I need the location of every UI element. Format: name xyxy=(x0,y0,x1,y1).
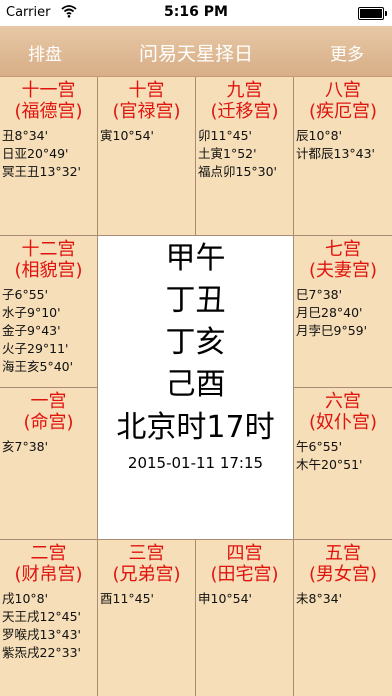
battery-icon xyxy=(358,7,387,20)
house-name: 六宫 xyxy=(325,391,361,412)
palace-name: (财帛宫) xyxy=(14,564,83,585)
hour-pillar: 己酉 xyxy=(165,367,226,402)
house-cell-11[interactable]: 十一宫 (福德宫) 丑8°34' 日亚20°49' 冥王丑13°32' xyxy=(0,77,98,236)
house-name: 十二宫 xyxy=(21,239,76,260)
palace-name: (命宫) xyxy=(23,412,74,433)
house-name: 二宫 xyxy=(30,543,67,564)
month-pillar: 丁丑 xyxy=(165,283,226,318)
star-position: 金子9°43' xyxy=(2,323,61,338)
star-position: 丑8°34' xyxy=(2,128,49,143)
chart-datetime: 2015-01-11 17:15 xyxy=(127,454,264,472)
palace-name: (田宅宫) xyxy=(210,564,279,585)
house-name: 七宫 xyxy=(325,239,361,260)
house-cell-4[interactable]: 四宫 (田宅宫) 申10°54' xyxy=(196,540,294,696)
palace-name: (男女宫) xyxy=(308,564,378,585)
star-position: 紫炁戌22°33' xyxy=(2,645,81,660)
palace-name: (奴仆宫) xyxy=(308,412,378,433)
palace-name: (迁移宫) xyxy=(210,101,279,122)
star-position: 寅10°54' xyxy=(100,128,154,143)
status-bar: Carrier 5:16 PM xyxy=(0,0,392,26)
house-name: 三宫 xyxy=(128,543,165,564)
house-name: 九宫 xyxy=(226,80,263,101)
house-name: 十一宫 xyxy=(21,80,76,101)
house-name: 一宫 xyxy=(30,391,67,412)
star-position: 天王戌12°45' xyxy=(2,609,81,624)
palace-name: (兄弟宫) xyxy=(112,564,181,585)
star-position: 月孛巳9°59' xyxy=(296,323,368,338)
house-cell-2[interactable]: 二宫 (财帛宫) 戌10°8' 天王戌12°45' 罗喉戌13°43' 紫炁戌2… xyxy=(0,540,98,696)
star-position: 木午20°51' xyxy=(296,457,363,472)
star-position: 酉11°45' xyxy=(100,591,154,606)
house-cell-8[interactable]: 八宫 (疾厄宫) 辰10°8' 计都辰13°43' xyxy=(294,77,392,236)
status-time: 5:16 PM xyxy=(164,4,228,20)
star-position: 午6°55' xyxy=(296,439,343,454)
astrology-chart: 十一宫 (福德宫) 丑8°34' 日亚20°49' 冥王丑13°32' 十宫 (… xyxy=(0,77,392,696)
star-position: 罗喉戌13°43' xyxy=(2,627,81,642)
house-cell-6[interactable]: 六宫 (奴仆宫) 午6°55' 木午20°51' xyxy=(294,388,392,540)
palace-name: (福德宫) xyxy=(14,101,83,122)
house-name: 八宫 xyxy=(325,80,361,101)
palace-name: (夫妻宫) xyxy=(308,260,378,281)
star-position: 计都辰13°43' xyxy=(296,146,375,161)
nav-bar: 排盘 问易天星择日 更多 xyxy=(0,26,392,77)
palace-name: (疾厄宫) xyxy=(308,101,378,122)
center-panel: 甲午 丁丑 丁亥 己酉 北京时17时 2015-01-11 17:15 xyxy=(98,236,294,540)
star-position: 海王亥5°40' xyxy=(2,359,74,374)
star-position: 福点卯15°30' xyxy=(198,164,277,179)
house-name: 四宫 xyxy=(226,543,263,564)
star-position: 卯11°45' xyxy=(198,128,252,143)
house-cell-3[interactable]: 三宫 (兄弟宫) 酉11°45' xyxy=(98,540,196,696)
star-position: 辰10°8' xyxy=(296,128,343,143)
star-position: 申10°54' xyxy=(198,591,252,606)
house-name: 十宫 xyxy=(128,80,165,101)
star-position: 日亚20°49' xyxy=(2,146,69,161)
star-position: 未8°34' xyxy=(296,591,343,606)
house-name: 五宫 xyxy=(325,543,361,564)
more-button[interactable]: 更多 xyxy=(330,40,364,65)
day-pillar: 丁亥 xyxy=(165,325,226,360)
house-cell-10[interactable]: 十宫 (官禄宫) 寅10°54' xyxy=(98,77,196,236)
palace-name: (相貌宫) xyxy=(14,260,83,281)
house-cell-1[interactable]: 一宫 (命宫) 亥7°38' xyxy=(0,388,98,540)
palace-name: (官禄宫) xyxy=(112,101,181,122)
beijing-hour: 北京时17时 xyxy=(116,410,275,445)
star-position: 土寅1°52' xyxy=(198,146,257,161)
house-cell-5[interactable]: 五宫 (男女宫) 未8°34' xyxy=(294,540,392,696)
star-position: 月巳28°40' xyxy=(296,305,363,320)
star-position: 冥王丑13°32' xyxy=(2,164,81,179)
year-pillar: 甲午 xyxy=(165,241,226,276)
star-position: 巳7°38' xyxy=(296,287,343,302)
house-cell-9[interactable]: 九宫 (迁移宫) 卯11°45' 土寅1°52' 福点卯15°30' xyxy=(196,77,294,236)
star-position: 火子29°11' xyxy=(2,341,69,356)
house-cell-7[interactable]: 七宫 (夫妻宫) 巳7°38' 月巳28°40' 月孛巳9°59' xyxy=(294,236,392,388)
star-position: 子6°55' xyxy=(2,287,49,302)
star-position: 亥7°38' xyxy=(2,439,49,454)
house-cell-12[interactable]: 十二宫 (相貌宫) 子6°55' 水子9°10' 金子9°43' 火子29°11… xyxy=(0,236,98,388)
star-position: 戌10°8' xyxy=(2,591,49,606)
star-position: 水子9°10' xyxy=(2,305,61,320)
